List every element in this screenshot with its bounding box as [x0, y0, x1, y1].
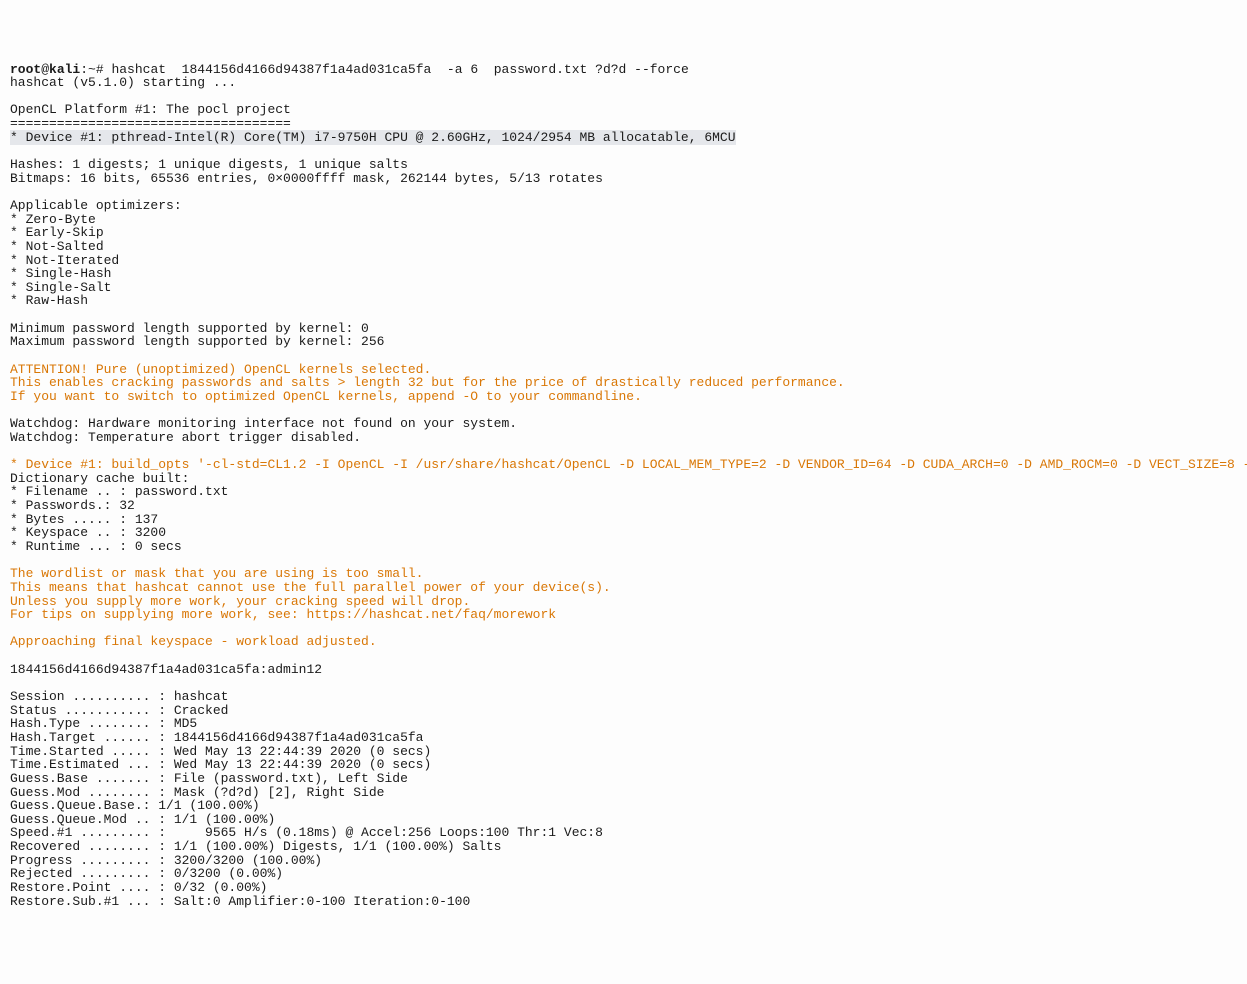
output-line: Maximum password length supported by ker…	[10, 334, 384, 349]
output-line: ====================================	[10, 116, 291, 131]
output-line: * Runtime ... : 0 secs	[10, 539, 182, 554]
output-line: * Device #1: build_opts '-cl-std=CL1.2 -…	[10, 457, 1247, 472]
output-lines: hashcat (v5.1.0) starting ... OpenCL Pla…	[10, 76, 1237, 908]
output-line: * Raw-Hash	[10, 293, 88, 308]
output-line: Approaching final keyspace - workload ad…	[10, 634, 377, 649]
output-line: For tips on supplying more work, see: ht…	[10, 607, 556, 622]
output-line: 1844156d4166d94387f1a4ad031ca5fa:admin12	[10, 662, 322, 677]
output-line: hashcat (v5.1.0) starting ...	[10, 75, 236, 90]
output-line: Bitmaps: 16 bits, 65536 entries, 0×0000f…	[10, 171, 603, 186]
output-line: * Device #1: pthread-Intel(R) Core(TM) i…	[10, 130, 736, 145]
output-line: Watchdog: Temperature abort trigger disa…	[10, 430, 361, 445]
terminal-output[interactable]: root@kali:~# hashcat 1844156d4166d94387f…	[10, 63, 1237, 909]
output-line: If you want to switch to optimized OpenC…	[10, 389, 642, 404]
output-line: Restore.Sub.#1 ... : Salt:0 Amplifier:0-…	[10, 894, 470, 909]
